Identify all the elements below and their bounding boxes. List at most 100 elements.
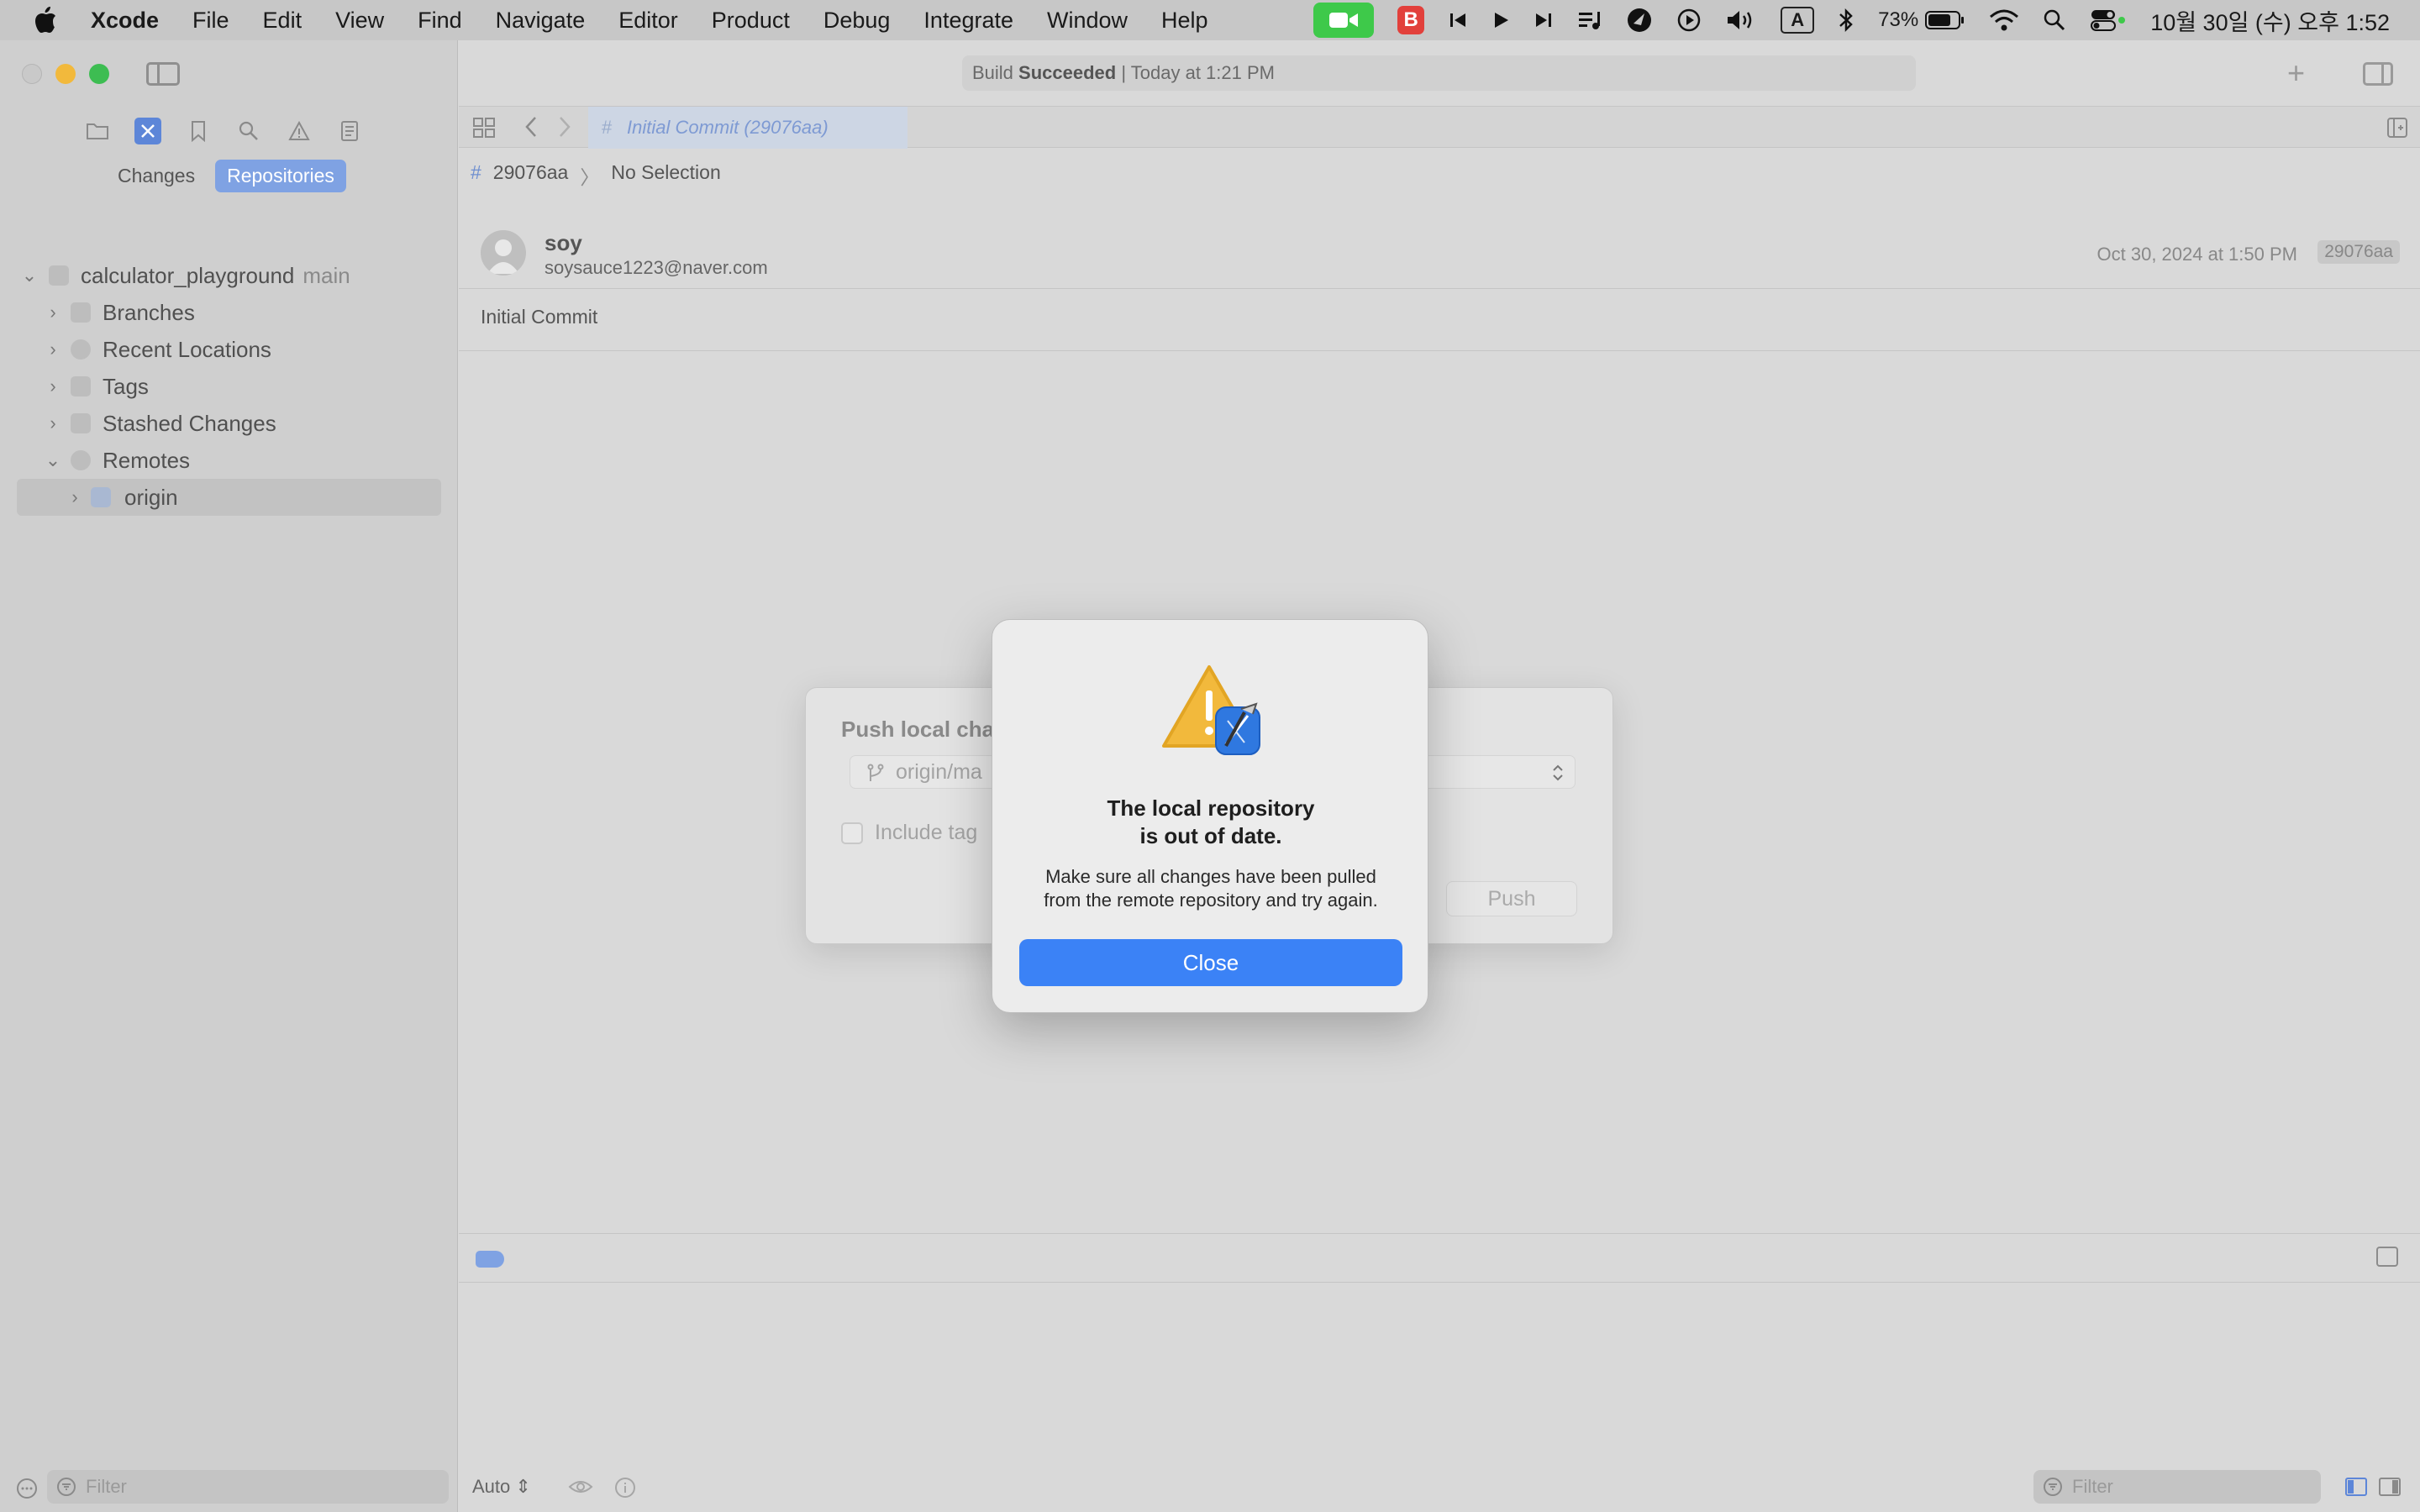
next-track-icon[interactable] <box>1534 10 1554 30</box>
chevron-right-icon[interactable]: › <box>44 375 62 396</box>
control-center-icon[interactable] <box>2090 8 2127 32</box>
alert-title: The local repository is out of date. <box>1018 795 1404 850</box>
play-circle-icon[interactable] <box>1676 8 1702 33</box>
menu-view[interactable]: View <box>318 8 401 34</box>
chevron-right-icon[interactable]: › <box>44 412 62 433</box>
avatar <box>481 230 526 276</box>
grid-icon[interactable] <box>472 117 496 143</box>
battery-indicator[interactable]: 73% <box>1878 8 1965 32</box>
commit-hash-badge: 29076aa <box>2317 240 2400 264</box>
chevron-right-icon[interactable]: › <box>44 302 62 323</box>
source-control-navigator-icon[interactable] <box>134 118 161 144</box>
input-source-icon[interactable]: A <box>1781 7 1815 34</box>
battery-icon <box>1925 11 1965 29</box>
navigator-filter-field[interactable]: Filter <box>47 1470 449 1504</box>
menu-debug[interactable]: Debug <box>807 8 908 34</box>
tree-row-repository[interactable]: ⌄ calculator_playground main <box>0 257 458 294</box>
facetime-icon[interactable] <box>1313 3 1375 38</box>
previous-track-icon[interactable] <box>1448 10 1468 30</box>
remote-branch-value: origin/ma <box>896 759 982 784</box>
b-app-icon[interactable]: B <box>1397 6 1425 34</box>
chevron-down-icon[interactable]: ⌄ <box>20 265 39 286</box>
app-status-icon[interactable] <box>1626 7 1653 34</box>
chevron-right-icon[interactable]: › <box>44 339 62 360</box>
menu-product[interactable]: Product <box>695 8 807 34</box>
breadcrumb-commit-hash[interactable]: 29076aa <box>493 161 569 190</box>
globe-icon <box>71 450 91 470</box>
segment-changes[interactable]: Changes <box>106 160 207 192</box>
window-minimize-button[interactable] <box>55 64 76 84</box>
segment-repositories[interactable]: Repositories <box>215 160 346 192</box>
hide-debug-area-icon[interactable] <box>2376 1247 2398 1267</box>
menu-find[interactable]: Find <box>401 8 479 34</box>
menu-file[interactable]: File <box>176 8 246 34</box>
menu-navigate[interactable]: Navigate <box>479 8 602 34</box>
chevron-down-icon[interactable]: ⌄ <box>44 449 62 470</box>
variables-view-mode-select[interactable]: Auto ⇕ <box>472 1476 531 1498</box>
bluetooth-icon[interactable] <box>1838 8 1854 33</box>
menu-editor[interactable]: Editor <box>602 8 695 34</box>
tree-row-branches[interactable]: › Branches <box>0 294 458 331</box>
window-close-button[interactable] <box>22 64 42 84</box>
chevron-right-icon[interactable]: › <box>66 486 84 507</box>
warning-xcode-icon <box>1160 662 1265 759</box>
tree-row-tags[interactable]: › Tags <box>0 368 458 405</box>
spotlight-search-icon[interactable] <box>2043 8 2066 32</box>
tag-icon[interactable] <box>476 1251 504 1268</box>
add-editor-icon[interactable] <box>2386 117 2408 143</box>
include-tags-checkbox[interactable] <box>841 822 863 844</box>
repository-tree: ⌄ calculator_playground main › Branches ›… <box>0 257 458 516</box>
tree-row-origin[interactable]: › origin <box>17 479 441 516</box>
project-navigator-folder-icon[interactable] <box>84 118 111 144</box>
tree-label-stashed-changes: Stashed Changes <box>103 410 276 436</box>
bookmark-navigator-icon[interactable] <box>185 118 212 144</box>
sidebar-toggle-icon[interactable] <box>146 62 180 86</box>
navigator-sidebar: Changes Repositories ⌄ calculator_playgr… <box>0 40 458 1512</box>
play-icon[interactable] <box>1491 10 1510 30</box>
menu-window[interactable]: Window <box>1030 8 1144 34</box>
apple-menu-icon[interactable] <box>0 6 91 34</box>
more-options-icon[interactable] <box>15 1477 39 1504</box>
tree-row-stashed-changes[interactable]: › Stashed Changes <box>0 405 458 442</box>
forward-chevron-icon[interactable] <box>556 115 573 143</box>
menu-clock[interactable]: 10월 30일 (수) 오후 1:52 <box>2150 4 2390 37</box>
eye-icon[interactable] <box>568 1477 593 1501</box>
back-chevron-icon[interactable] <box>523 115 539 143</box>
tab-initial-commit[interactable]: # Initial Commit (29076aa) <box>588 107 908 149</box>
find-navigator-search-icon[interactable] <box>235 118 262 144</box>
music-list-icon[interactable] <box>1577 9 1602 31</box>
breadcrumb-selection[interactable]: No Selection <box>611 161 720 190</box>
build-status-time: | Today at 1:21 PM <box>1121 62 1275 83</box>
repository-icon <box>49 265 69 286</box>
issue-navigator-warning-icon[interactable] <box>286 118 313 144</box>
tree-label-branches: Branches <box>103 299 195 325</box>
add-plus-icon[interactable]: + <box>2287 55 2305 91</box>
console-filter-placeholder: Filter <box>2072 1476 2113 1497</box>
menu-edit[interactable]: Edit <box>246 8 319 34</box>
window-zoom-button[interactable] <box>89 64 109 84</box>
menu-integrate[interactable]: Integrate <box>907 8 1030 34</box>
commit-author: soy <box>544 230 582 255</box>
volume-icon[interactable] <box>1725 8 1757 32</box>
menu-help[interactable]: Help <box>1144 8 1225 34</box>
filter-icon <box>57 1478 76 1496</box>
info-icon[interactable] <box>613 1476 637 1504</box>
tree-row-remotes[interactable]: ⌄ Remotes <box>0 442 458 479</box>
include-tags-option[interactable]: Include tag <box>841 821 977 845</box>
editor-tab-bar: # Initial Commit (29076aa) <box>459 106 2420 149</box>
report-navigator-icon[interactable] <box>336 118 363 144</box>
clock-icon <box>71 339 91 360</box>
push-button[interactable]: Push <box>1446 881 1577 916</box>
tree-row-recent-locations[interactable]: › Recent Locations <box>0 331 458 368</box>
close-button[interactable]: Close <box>1019 939 1402 986</box>
wifi-icon[interactable] <box>1989 8 2019 32</box>
tree-label-recent-locations: Recent Locations <box>103 336 271 362</box>
show-variables-view-icon[interactable] <box>2344 1477 2368 1501</box>
repository-label: calculator_playground main <box>81 263 350 289</box>
alert-title-line-1: The local repository <box>1107 795 1315 821</box>
show-console-view-icon[interactable] <box>2378 1477 2402 1501</box>
inspector-toggle-icon[interactable] <box>2363 62 2393 86</box>
tree-label-remotes: Remotes <box>103 447 191 473</box>
console-filter-field[interactable]: Filter <box>2033 1470 2321 1504</box>
menu-app-name[interactable]: Xcode <box>91 8 176 34</box>
